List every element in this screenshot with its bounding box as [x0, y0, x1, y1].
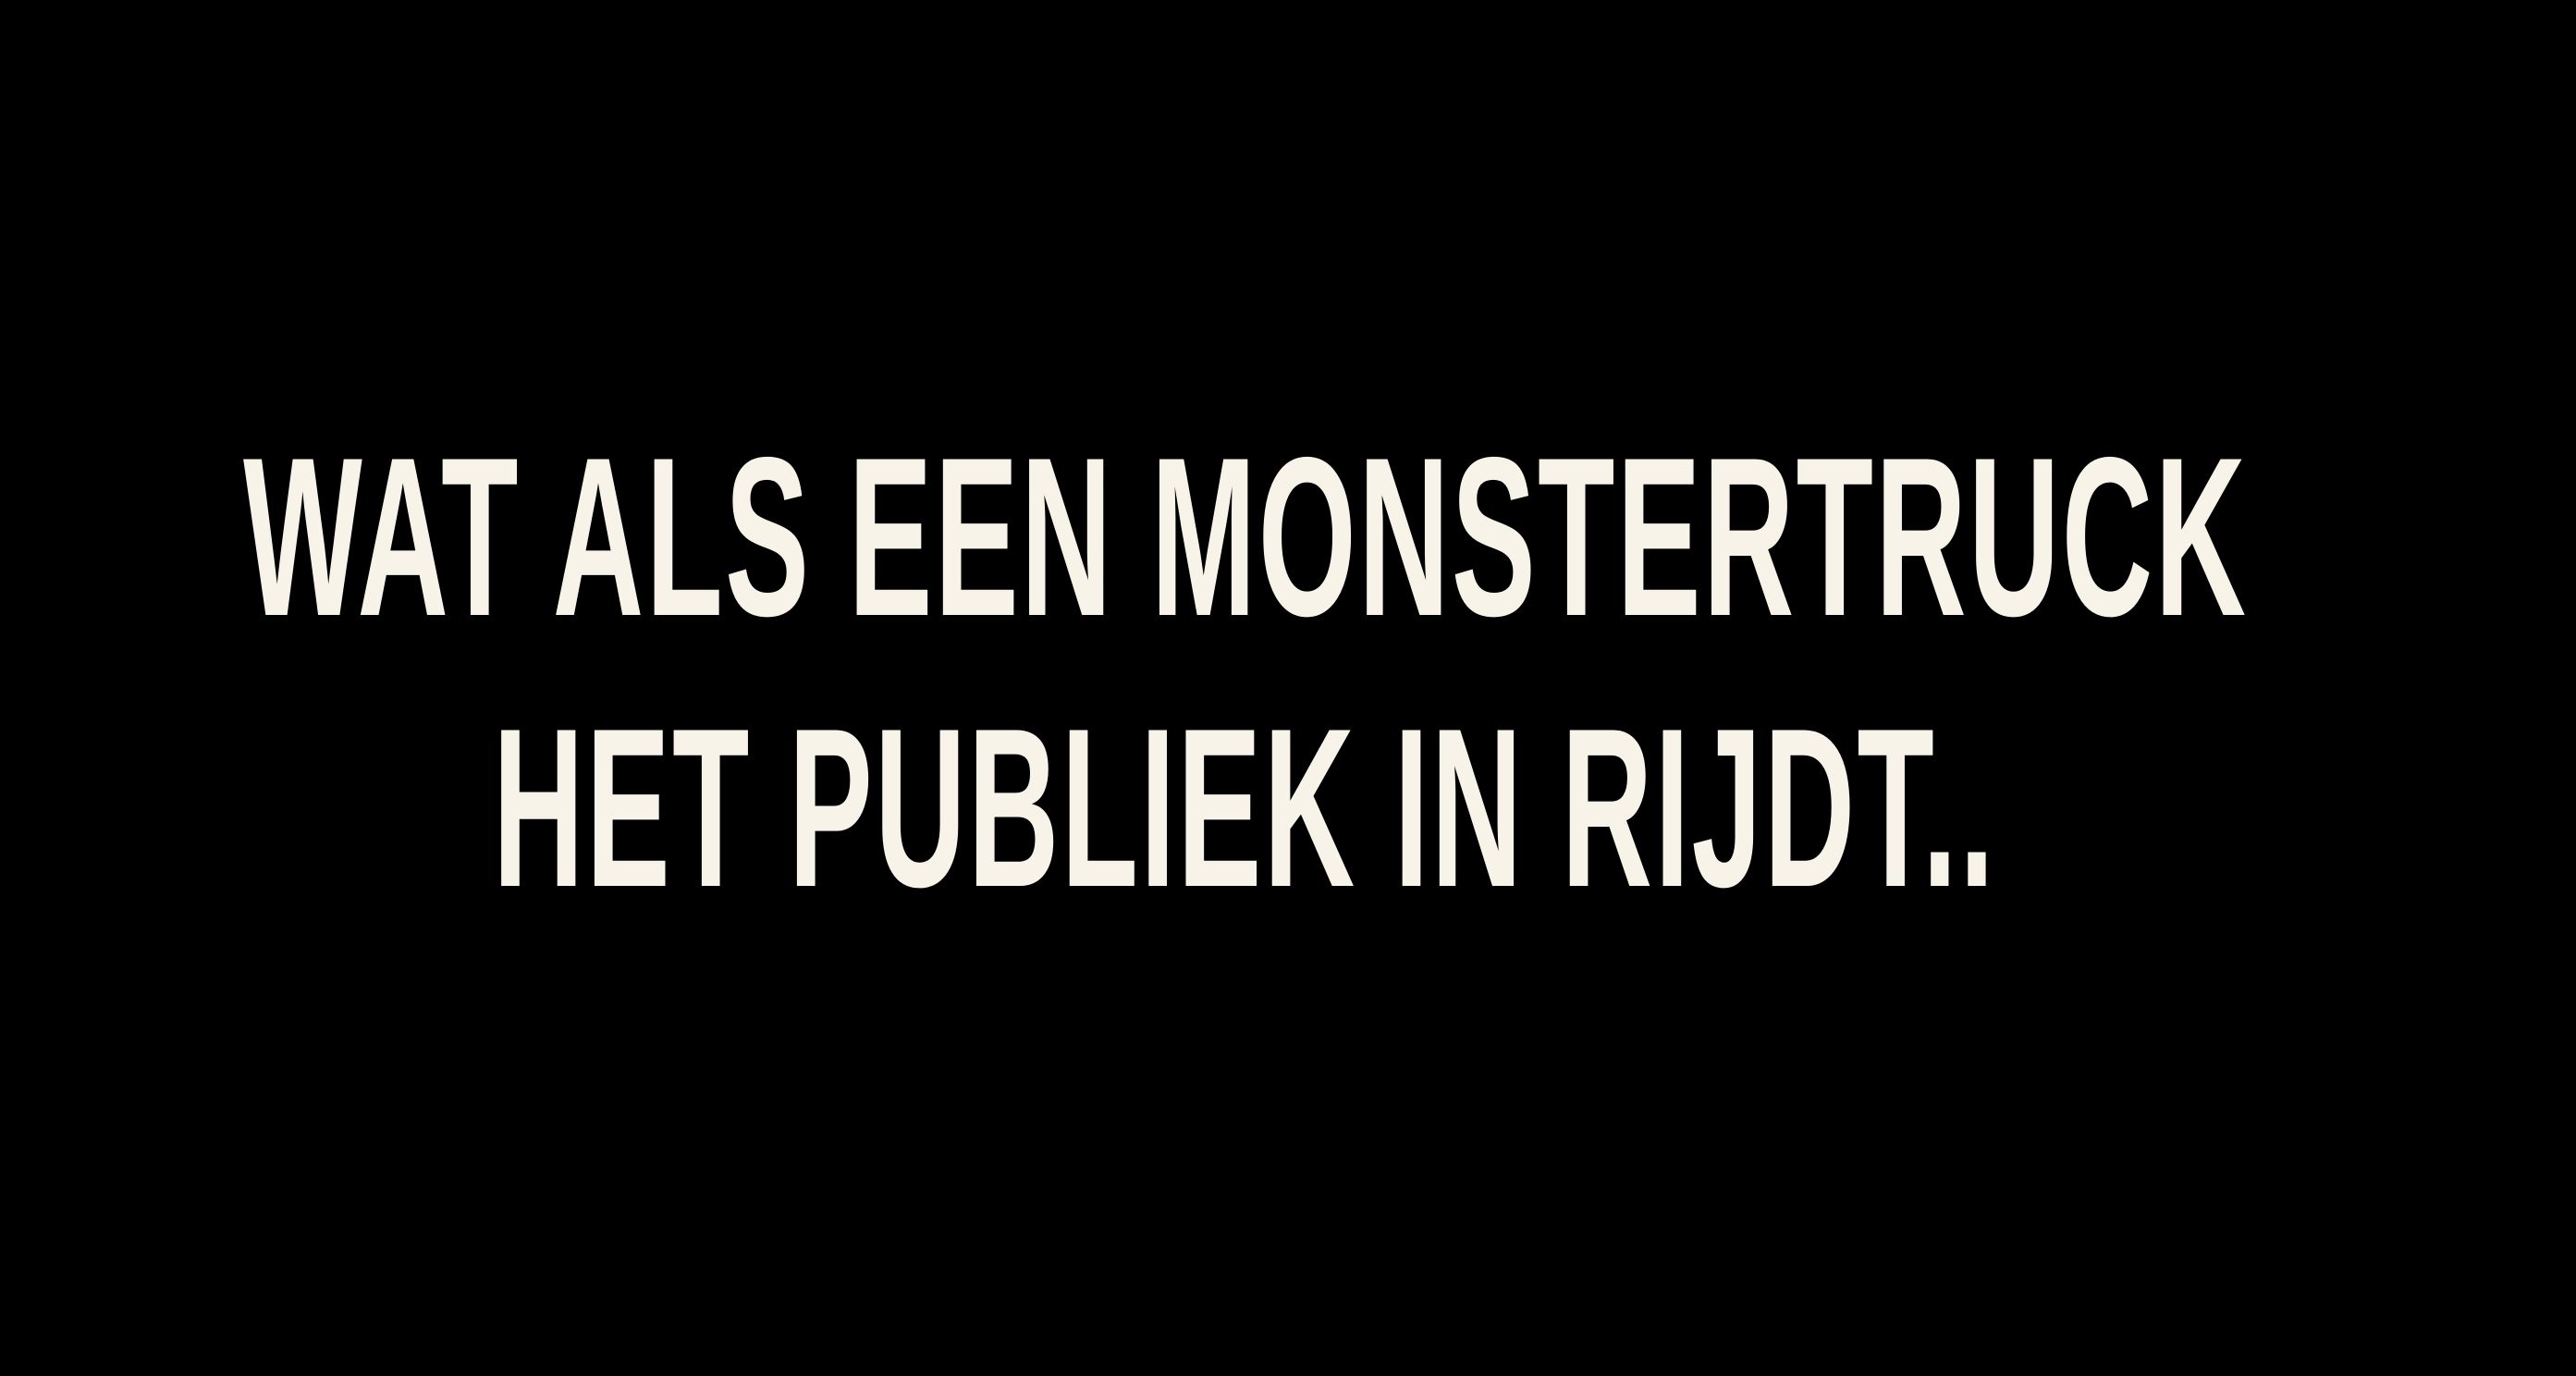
title-line-2: HET PUBLIEK IN RIJDT..: [493, 681, 1997, 934]
title-line-1: WAT ALS EEN MONSTERTRUCK: [243, 410, 2249, 663]
